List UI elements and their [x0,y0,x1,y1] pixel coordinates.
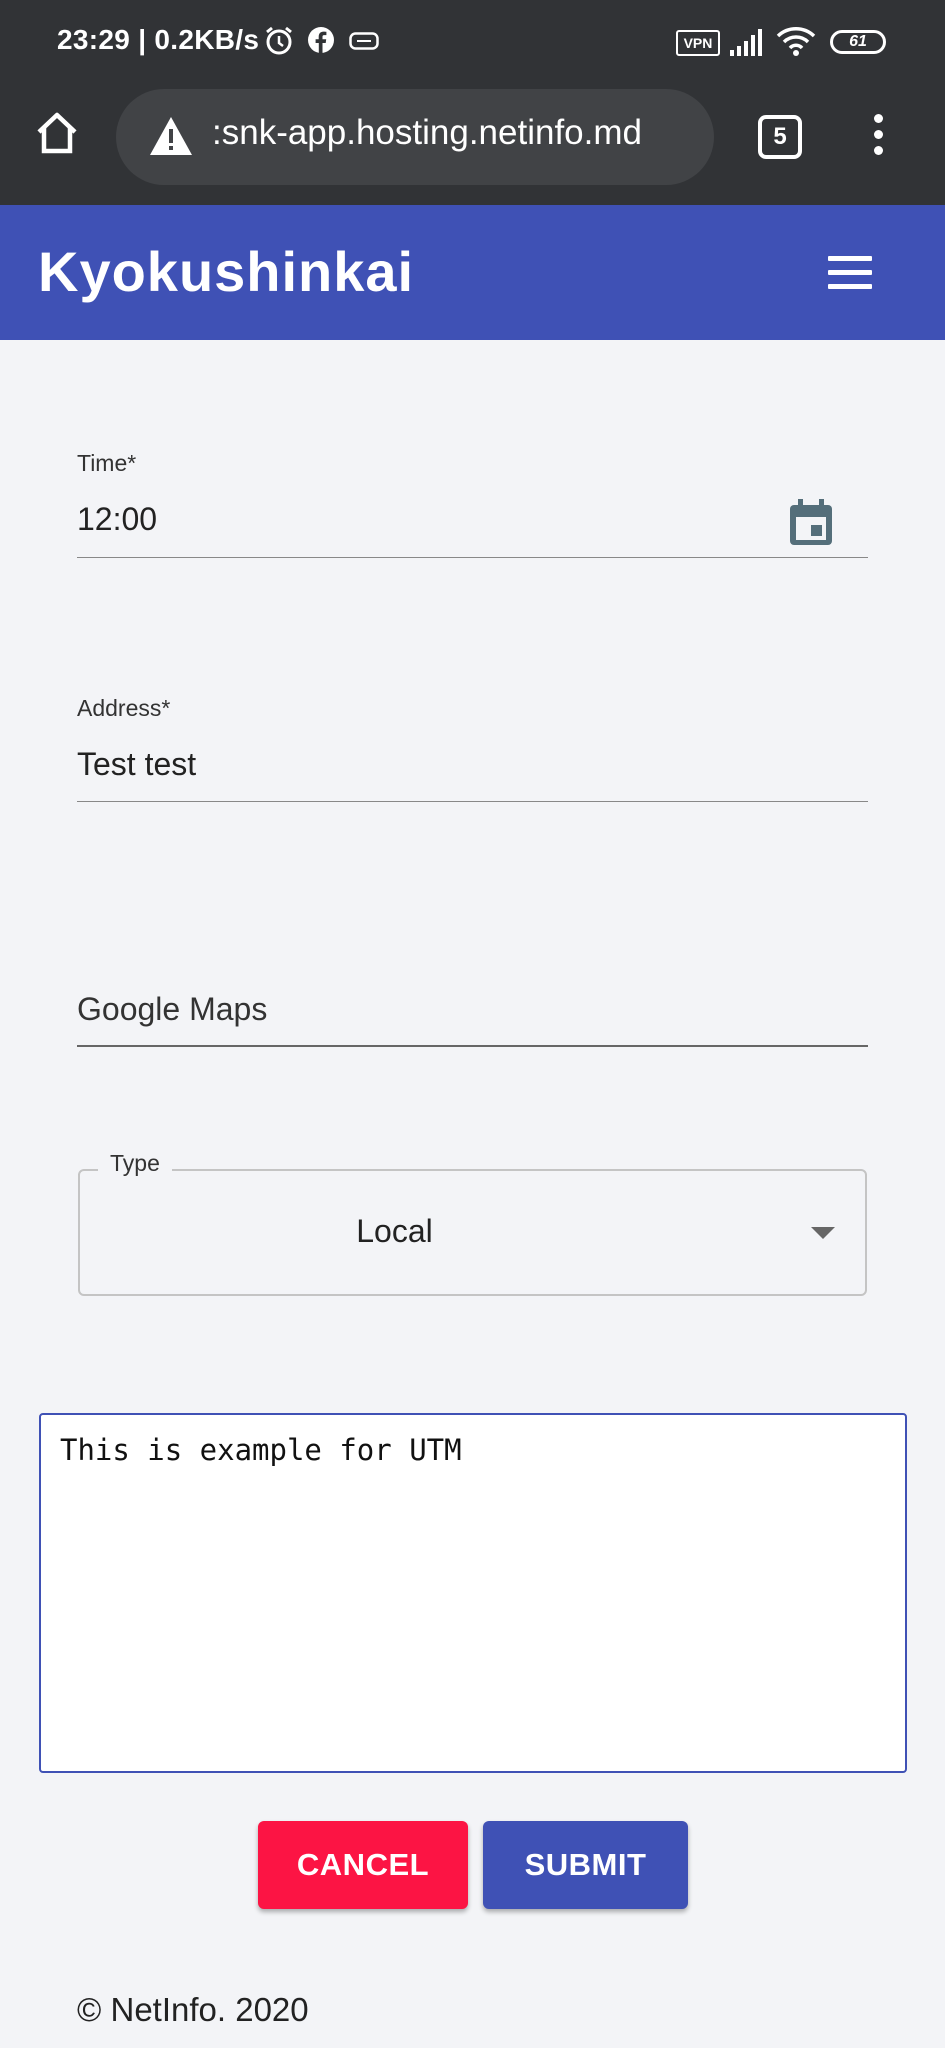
status-time: 23:29 | 0.2KB/s [57,24,260,55]
type-label: Type [98,1150,172,1177]
google-maps-input[interactable]: Google Maps [77,991,267,1028]
wifi-icon [776,26,816,61]
hamburger-menu-icon[interactable] [828,256,872,298]
address-bar[interactable]: :snk-app.hosting.netinfo.md [116,89,714,185]
alarm-icon [264,26,294,61]
calendar-icon[interactable] [787,497,835,552]
time-input[interactable]: 12:00 [77,501,157,538]
time-underline [77,557,868,558]
address-underline [77,801,868,802]
footer-copyright: © NetInfo. 2020 [77,1991,309,2028]
address-label: Address* [77,695,171,721]
status-bar: 23:29 | 0.2KB/s VPN 61 [0,0,945,88]
facebook-icon [307,26,335,59]
app-title: Kyokushinkai [38,240,415,303]
google-maps-underline [77,1045,868,1047]
cancel-button[interactable]: CANCEL [258,1821,468,1909]
vpn-icon: VPN [676,30,720,56]
app-bar: Kyokushinkai [0,205,945,340]
tab-switcher-button[interactable]: 5 [758,115,802,159]
dropdown-arrow-icon[interactable] [811,1227,835,1239]
signal-icon [730,28,766,61]
warning-icon [148,115,194,162]
address-input[interactable]: Test test [77,746,196,783]
time-label: Time* [77,450,137,476]
browser-menu-icon[interactable] [868,114,888,160]
submit-button[interactable]: SUBMIT [483,1821,688,1909]
home-icon[interactable] [34,110,80,156]
battery-icon: 61 [830,30,886,54]
description-textarea[interactable]: This is example for UTM [39,1413,907,1773]
cast-icon [349,32,379,55]
type-selected-value: Local [356,1213,433,1249]
url-text: :snk-app.hosting.netinfo.md [212,113,642,152]
